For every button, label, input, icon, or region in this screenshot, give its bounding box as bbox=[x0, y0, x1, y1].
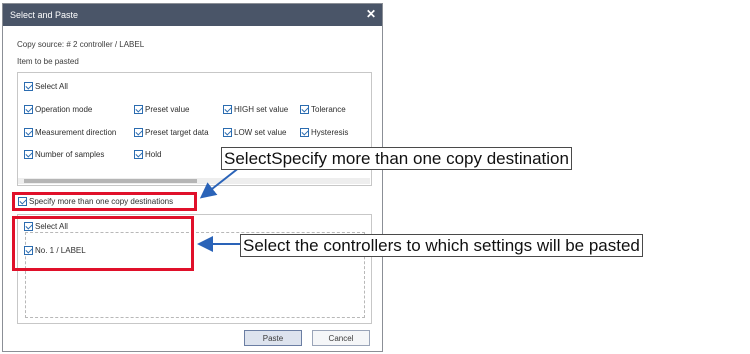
callout-specify-multiple: SelectSpecify more than one copy destina… bbox=[221, 147, 572, 170]
callout-select-controllers: Select the controllers to which settings… bbox=[240, 234, 643, 257]
arrow-to-multi-destination bbox=[199, 166, 241, 199]
annotation-arrows bbox=[197, 166, 241, 252]
